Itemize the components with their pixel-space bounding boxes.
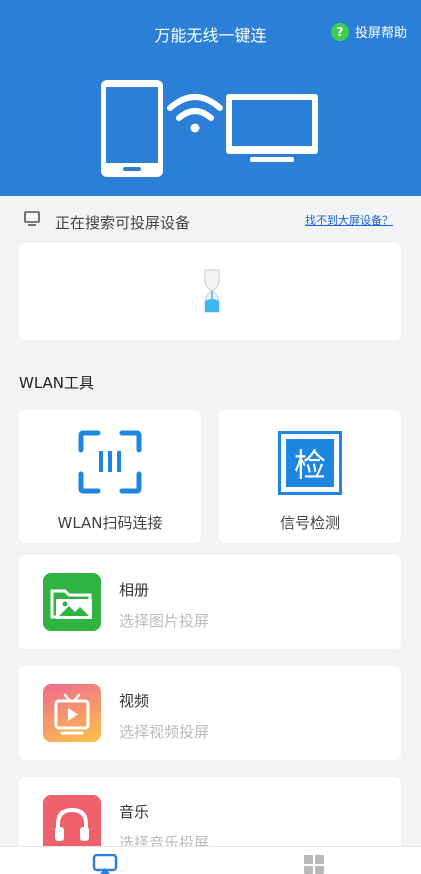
wlan-scan-connect-card[interactable]: WLAN扫码连接 [19,410,201,543]
help-icon: ? [330,22,349,41]
signal-check-card[interactable]: 检 信号检测 [219,410,401,543]
album-subtitle: 选择图片投屏 [119,612,210,630]
video-title: 视频 [119,692,150,710]
video-subtitle: 选择视频投屏 [119,723,210,741]
device-list-panel [19,243,401,340]
nav-apps-icon[interactable] [303,854,325,874]
signal-check-label: 信号检测 [279,514,340,532]
bottom-nav [0,846,421,874]
music-icon [43,795,101,853]
nav-cast-icon[interactable] [92,854,118,874]
video-icon [43,684,101,742]
help-button[interactable]: ? 投屏帮助 [330,22,407,41]
wlan-tools-title: WLAN工具 [19,374,95,392]
video-cast-item[interactable]: 视频 选择视频投屏 [19,666,401,760]
album-title: 相册 [119,581,150,599]
cast-illustration-icon [101,80,318,177]
header: 万能无线一键连 ? 投屏帮助 [0,0,421,196]
signal-check-icon: 检 [278,431,342,495]
wlan-scan-connect-label: WLAN扫码连接 [57,514,163,532]
hourglass-icon [204,269,220,313]
monitor-icon [24,211,40,226]
search-status-text: 正在搜索可投屏设备 [55,214,191,232]
music-title: 音乐 [119,803,150,821]
album-icon [43,573,101,631]
qr-scan-icon [78,430,142,494]
album-cast-item[interactable]: 相册 选择图片投屏 [19,555,401,649]
cannot-find-device-link[interactable]: 找不到大屏设备？ [305,212,393,228]
help-label: 投屏帮助 [354,26,407,41]
